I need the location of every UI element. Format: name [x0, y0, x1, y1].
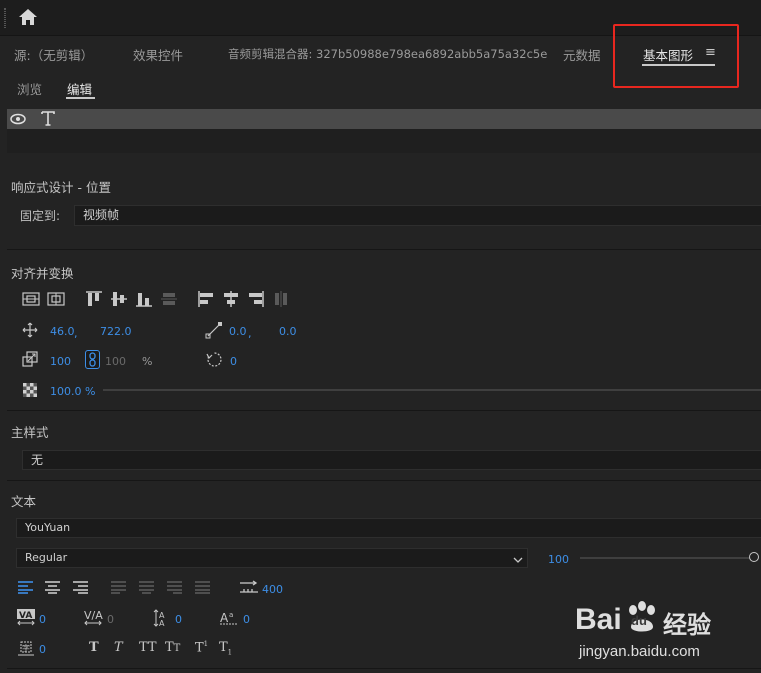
divider [7, 668, 761, 669]
opacity-icon [23, 383, 37, 400]
svg-text:A: A [159, 619, 165, 627]
tab-metadata[interactable]: 元数据 [563, 45, 601, 64]
align-to-frame-h-icon[interactable] [22, 291, 40, 310]
pin-to-dropdown[interactable]: 视频帧 [74, 205, 761, 226]
divider [7, 410, 761, 411]
position-x-value[interactable]: 46.0 [50, 325, 75, 338]
all-caps-icon[interactable]: TT [139, 640, 157, 655]
divider [7, 249, 761, 250]
baseline-shift-icon: Aa [220, 609, 240, 629]
kerning-value[interactable]: 0 [39, 613, 46, 626]
svg-text:A: A [220, 611, 229, 625]
align-to-frame-v-icon[interactable] [47, 291, 65, 310]
justify-all-icon[interactable] [194, 580, 211, 597]
distribute-horizontal-icon[interactable] [272, 290, 290, 311]
subscript-icon[interactable]: T1 [219, 640, 232, 657]
drag-handle[interactable] [4, 8, 6, 28]
justify-right-icon[interactable] [166, 580, 183, 597]
layer-list-area [7, 129, 761, 153]
rotation-icon [206, 351, 223, 371]
eye-icon[interactable] [10, 113, 26, 128]
subtab-edit[interactable]: 编辑 [67, 79, 92, 98]
scale-unit: % [142, 355, 153, 368]
section-title-text: 文本 [11, 494, 37, 509]
watermark-brand-c: 经验 [663, 611, 711, 639]
tsume-icon: 字 [17, 639, 35, 660]
watermark-brand-a: Bai [575, 603, 622, 636]
tab-effect-controls[interactable]: 效果控件 [133, 45, 183, 64]
align-bottom-icon[interactable] [135, 290, 153, 311]
section-title-align: 对齐并变换 [11, 266, 74, 281]
position-icon [22, 322, 38, 341]
highlight-box [613, 24, 739, 88]
tracking-value[interactable]: 0 [107, 613, 114, 626]
leading-value[interactable]: 0 [175, 613, 182, 626]
anchor-y-value[interactable]: 0.0 [279, 325, 297, 338]
section-title-master-style: 主样式 [11, 425, 49, 440]
home-icon[interactable] [18, 8, 38, 26]
justify-center-icon[interactable] [138, 580, 155, 597]
opacity-slider[interactable] [103, 389, 761, 391]
faux-italic-icon[interactable]: T [114, 640, 123, 655]
svg-text:V/A: V/A [84, 609, 103, 622]
anchor-icon [205, 321, 223, 342]
baidu-watermark: Bai du 经验 jingyan.baidu.com [575, 599, 755, 665]
anchor-separator: , [248, 327, 252, 340]
text-align-left-icon[interactable] [17, 580, 34, 597]
tab-width-value[interactable]: 400 [262, 583, 283, 596]
watermark-brand-b: du [631, 613, 647, 628]
master-style-dropdown[interactable]: 无 [22, 450, 761, 470]
superscript-icon[interactable]: T1 [195, 640, 208, 655]
anchor-x-value[interactable]: 0.0 [229, 325, 247, 338]
tab-source[interactable]: 源:（无剪辑） [14, 45, 93, 64]
position-y-value[interactable]: 722.0 [100, 325, 132, 338]
rotation-value[interactable]: 0 [230, 355, 237, 368]
font-size-value[interactable]: 100 [548, 553, 569, 566]
scale-linked-value[interactable]: 100 [105, 355, 126, 368]
scale-icon [22, 351, 38, 370]
svg-text:字: 字 [22, 643, 30, 653]
tab-audio-clip-mixer[interactable]: 音频剪辑混合器: 327b50988e798ea6892abb5a75a32c5… [228, 46, 547, 62]
text-align-center-icon[interactable] [44, 580, 61, 597]
svg-text:a: a [229, 611, 233, 619]
text-layer-icon[interactable] [40, 110, 56, 129]
pin-to-label: 固定到: [20, 209, 61, 223]
font-size-slider-handle[interactable] [749, 552, 759, 562]
kerning-icon: VA [17, 609, 37, 629]
position-separator: , [74, 327, 78, 340]
chevron-down-icon[interactable] [513, 553, 523, 567]
align-horizontal-center-icon[interactable] [222, 290, 240, 311]
font-size-slider[interactable] [580, 557, 750, 559]
distribute-vertical-icon[interactable] [160, 290, 178, 311]
font-family-dropdown[interactable]: YouYuan [16, 518, 761, 538]
baseline-shift-value[interactable]: 0 [243, 613, 250, 626]
subtab-underline [66, 97, 95, 99]
leading-icon: AA [152, 609, 172, 630]
small-caps-icon[interactable]: TT [165, 640, 180, 655]
scale-value[interactable]: 100 [50, 355, 71, 368]
subtab-browse[interactable]: 浏览 [17, 79, 42, 98]
align-right-icon[interactable] [247, 290, 265, 311]
text-align-right-icon[interactable] [72, 580, 89, 597]
link-scale-icon[interactable] [85, 350, 100, 369]
divider [7, 480, 761, 481]
tsume-value[interactable]: 0 [39, 643, 46, 656]
layer-row[interactable] [7, 109, 761, 129]
align-top-icon[interactable] [85, 290, 103, 311]
justify-left-icon[interactable] [110, 580, 127, 597]
tab-width-icon [239, 580, 259, 597]
tracking-icon: V/A [84, 609, 104, 629]
faux-bold-icon[interactable]: T [89, 640, 99, 655]
watermark-url: jingyan.baidu.com [579, 643, 700, 660]
font-style-dropdown[interactable]: Regular [16, 548, 528, 568]
opacity-value[interactable]: 100.0 % [50, 385, 95, 398]
section-title-responsive: 响应式设计 - 位置 [11, 180, 111, 195]
align-left-icon[interactable] [197, 290, 215, 311]
svg-text:VA: VA [19, 611, 32, 621]
align-vertical-center-icon[interactable] [110, 290, 128, 311]
